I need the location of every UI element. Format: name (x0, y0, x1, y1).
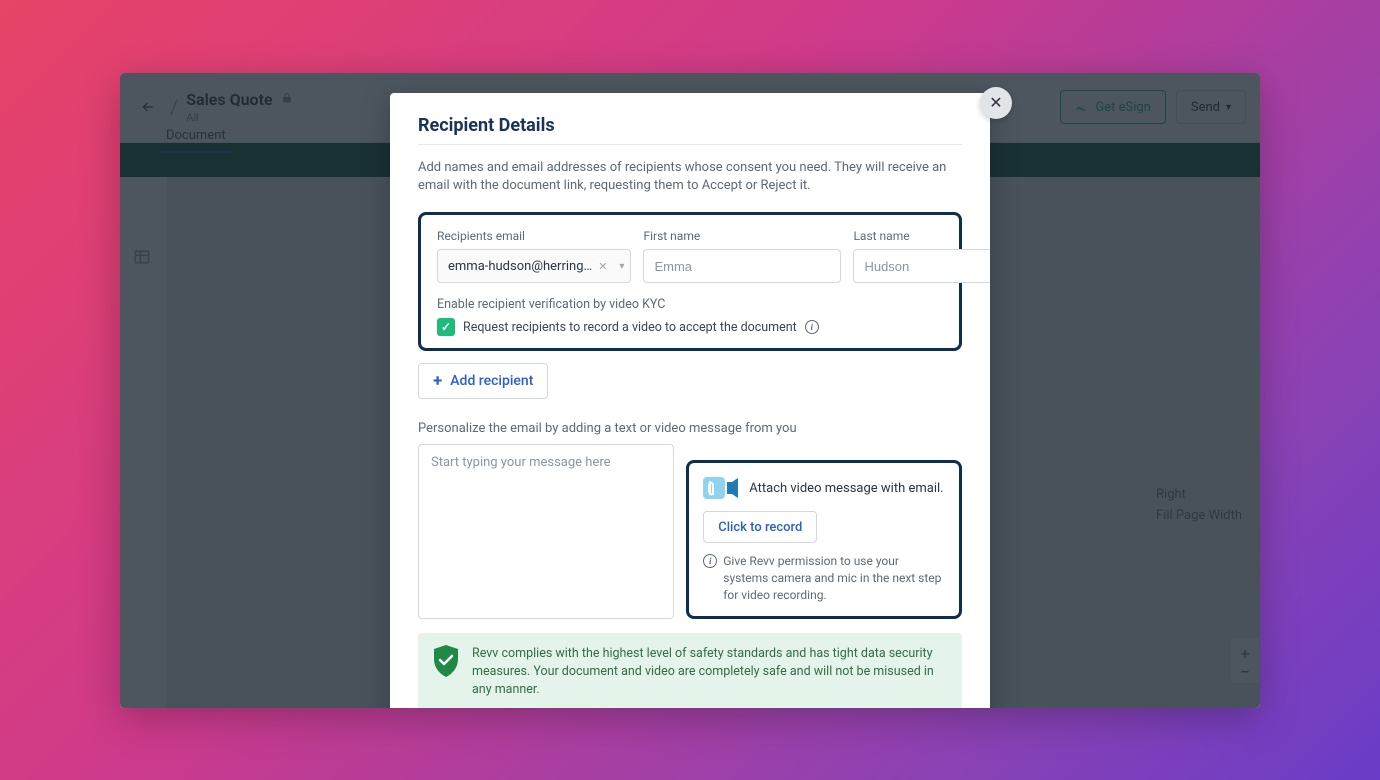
first-name-input[interactable] (643, 249, 841, 283)
kyc-checkbox-label: Request recipients to record a video to … (463, 320, 797, 335)
first-name-label: First name (643, 229, 841, 243)
add-recipient-label: Add recipient (450, 373, 533, 389)
video-attach-highlight: Attach video message with email. Click t… (686, 460, 962, 618)
app-frame: / Sales Quote All Get eSign Send ▾ Docum… (120, 73, 1260, 708)
modal-overlay: ✕ Recipient Details Add names and email … (120, 73, 1260, 708)
shield-icon (432, 645, 460, 677)
add-recipient-button[interactable]: + Add recipient (418, 363, 548, 399)
email-label: Recipients email (437, 229, 631, 243)
record-button[interactable]: Click to record (703, 511, 817, 543)
last-name-label: Last name (853, 229, 990, 243)
personalize-label: Personalize the email by adding a text o… (418, 421, 962, 436)
email-value: emma-hudson@herring… (448, 259, 592, 274)
safety-text: Revv complies with the highest level of … (472, 645, 948, 699)
kyc-heading: Enable recipient verification by video K… (437, 297, 665, 312)
plus-icon: + (433, 371, 442, 391)
message-placeholder: Start typing your message here (431, 455, 611, 470)
recipient-form-highlight: Recipients email emma-hudson@herring… ✕ … (418, 212, 962, 351)
info-icon[interactable]: i (805, 320, 819, 334)
last-name-input[interactable] (853, 249, 990, 283)
info-icon: i (703, 554, 717, 568)
message-textarea[interactable]: Start typing your message here (418, 444, 674, 618)
email-select[interactable]: emma-hudson@herring… ✕ ▾ (437, 249, 631, 283)
chevron-down-icon[interactable]: ▾ (613, 261, 624, 272)
modal-title: Recipient Details (418, 115, 962, 136)
close-button[interactable]: ✕ (980, 87, 1012, 119)
modal-description: Add names and email addresses of recipie… (418, 159, 962, 197)
close-icon: ✕ (989, 93, 1002, 112)
kyc-checkbox[interactable]: ✓ (437, 318, 455, 336)
video-attach-icon (703, 477, 739, 499)
record-button-label: Click to record (718, 520, 802, 535)
video-attach-label: Attach video message with email. (749, 481, 943, 496)
recipient-details-modal: Recipient Details Add names and email ad… (390, 93, 990, 708)
divider (418, 144, 962, 145)
permission-text: Give Revv permission to use your systems… (723, 553, 945, 603)
safety-banner: Revv complies with the highest level of … (418, 633, 962, 708)
clear-email-icon[interactable]: ✕ (592, 260, 613, 273)
